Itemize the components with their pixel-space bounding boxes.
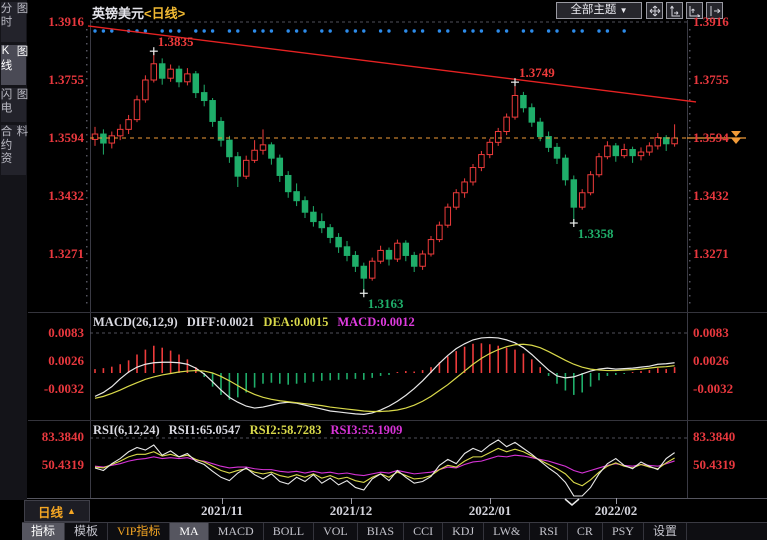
- pan-icon: [649, 5, 661, 17]
- toolbar-item--[interactable]: 指标: [22, 523, 65, 540]
- rsi-ytick-right: 50.4319: [693, 457, 735, 473]
- toolbar-item-cr[interactable]: CR: [568, 523, 603, 540]
- xaxis-label: 2022/02: [581, 503, 651, 519]
- indicator-toolbar: 指标模板VIP指标MAMACDBOLLVOLBIASCCIKDJLW&RSICR…: [22, 522, 767, 540]
- macd-diff-value: DIFF:0.0021: [187, 315, 255, 329]
- macd-dea-value: DEA:0.0015: [263, 315, 328, 329]
- rsi-ytick-left: 83.3840: [32, 429, 84, 445]
- price-ytick-left: 1.3916: [32, 14, 84, 30]
- toolbar-item--[interactable]: 模板: [65, 523, 108, 540]
- sidebar: 分时图 K线图闪电图合约资料: [0, 0, 27, 500]
- toolbar-item-kdj[interactable]: KDJ: [443, 523, 484, 540]
- rsi-header: RSI(6,12,24) RSI1:65.0547 RSI2:58.7283 RSI3…: [93, 423, 411, 438]
- sidebar-tab-flash-chart[interactable]: 闪电图: [1, 88, 26, 122]
- xaxis-label: 2021/12: [316, 503, 386, 519]
- toolbar-item-vip-[interactable]: VIP指标: [108, 523, 170, 540]
- price-ytick-right: 1.3755: [693, 72, 729, 88]
- sidebar-tab-time-chart[interactable]: 分时图: [1, 2, 26, 42]
- xaxis-label: 2022/01: [455, 503, 525, 519]
- sidebar-tab-contract-info[interactable]: 合约资料: [1, 125, 26, 175]
- toolbar-item-ma[interactable]: MA: [170, 523, 208, 540]
- toolbtn-pan[interactable]: [646, 2, 663, 19]
- theme-dropdown[interactable]: 全部主题 ▼: [556, 2, 642, 19]
- rsi-ytick-left: 50.4319: [32, 457, 84, 473]
- macd-ytick-right: 0.0026: [693, 353, 729, 369]
- xaxis-label: 2021/11: [187, 503, 257, 519]
- toolbar-item-cci[interactable]: CCI: [404, 523, 443, 540]
- rsi3-value: RSI3:55.1909: [330, 423, 402, 437]
- macd-header: MACD(26,12,9) DIFF:0.0021 DEA:0.0015 MACD:0…: [93, 315, 424, 330]
- trading-app-window: 分时图 K线图闪电图合约资料 英镑美元<日线> 全部主题 ▼ MACD(26,12…: [0, 0, 767, 540]
- theme-dropdown-label: 全部主题: [570, 4, 616, 16]
- sidebar-tab-candle-chart[interactable]: K线图: [1, 45, 26, 85]
- price-annotation: 1.3749: [519, 65, 555, 81]
- rsi-title: RSI(6,12,24): [93, 423, 160, 437]
- price-annotation: 1.3358: [578, 226, 614, 242]
- macd-ytick-left: 0.0026: [32, 353, 84, 369]
- panel-collapse-chevron-icon[interactable]: [565, 499, 579, 505]
- macd-ytick-left: 0.0083: [32, 325, 84, 341]
- toolbar-item-psy[interactable]: PSY: [603, 523, 644, 540]
- toolbtn-scale-y[interactable]: [666, 2, 683, 19]
- price-ytick-right: 1.3916: [693, 14, 729, 30]
- chart-canvas[interactable]: [0, 0, 767, 540]
- price-ytick-right: 1.3432: [693, 188, 729, 204]
- price-ytick-right: 1.3594: [693, 130, 729, 146]
- price-annotation: 1.3835: [158, 34, 194, 50]
- page-title: 英镑美元<日线>: [92, 3, 185, 22]
- macd-ytick-right: 0.0083: [693, 325, 729, 341]
- price-ytick-left: 1.3432: [32, 188, 84, 204]
- triangle-up-icon: ▲: [67, 506, 76, 516]
- macd-ytick-right: -0.0032: [693, 381, 733, 397]
- period-tab-label: 日线: [38, 502, 63, 521]
- period-tag: <日线>: [144, 6, 185, 21]
- toolbar-item-macd[interactable]: MACD: [209, 523, 264, 540]
- rsi-ytick-right: 83.3840: [693, 429, 735, 445]
- rsi1-value: RSI1:65.0547: [169, 423, 241, 437]
- macd-title: MACD(26,12,9): [93, 315, 178, 329]
- toolbar-item-vol[interactable]: VOL: [314, 523, 358, 540]
- toolbar-item-boll[interactable]: BOLL: [264, 523, 314, 540]
- chevron-down-icon: ▼: [620, 6, 628, 15]
- macd-ytick-left: -0.0032: [32, 381, 84, 397]
- period-tab-daily[interactable]: 日线 ▲: [24, 500, 90, 522]
- macd-macd-value: MACD:0.0012: [337, 315, 414, 329]
- price-ytick-left: 1.3755: [32, 72, 84, 88]
- symbol-name: 英镑美元: [92, 6, 144, 21]
- toolbar-item--[interactable]: 设置: [644, 523, 687, 540]
- toolbar-item-rsi[interactable]: RSI: [530, 523, 568, 540]
- price-ytick-left: 1.3271: [32, 246, 84, 262]
- price-annotation: 1.3163: [368, 296, 404, 312]
- price-ytick-left: 1.3594: [32, 130, 84, 146]
- rsi2-value: RSI2:58.7283: [250, 423, 322, 437]
- price-ytick-right: 1.3271: [693, 246, 729, 262]
- toolbar-item-bias[interactable]: BIAS: [358, 523, 404, 540]
- scale-y-icon: [669, 5, 681, 17]
- toolbar-item-lw-[interactable]: LW&: [484, 523, 530, 540]
